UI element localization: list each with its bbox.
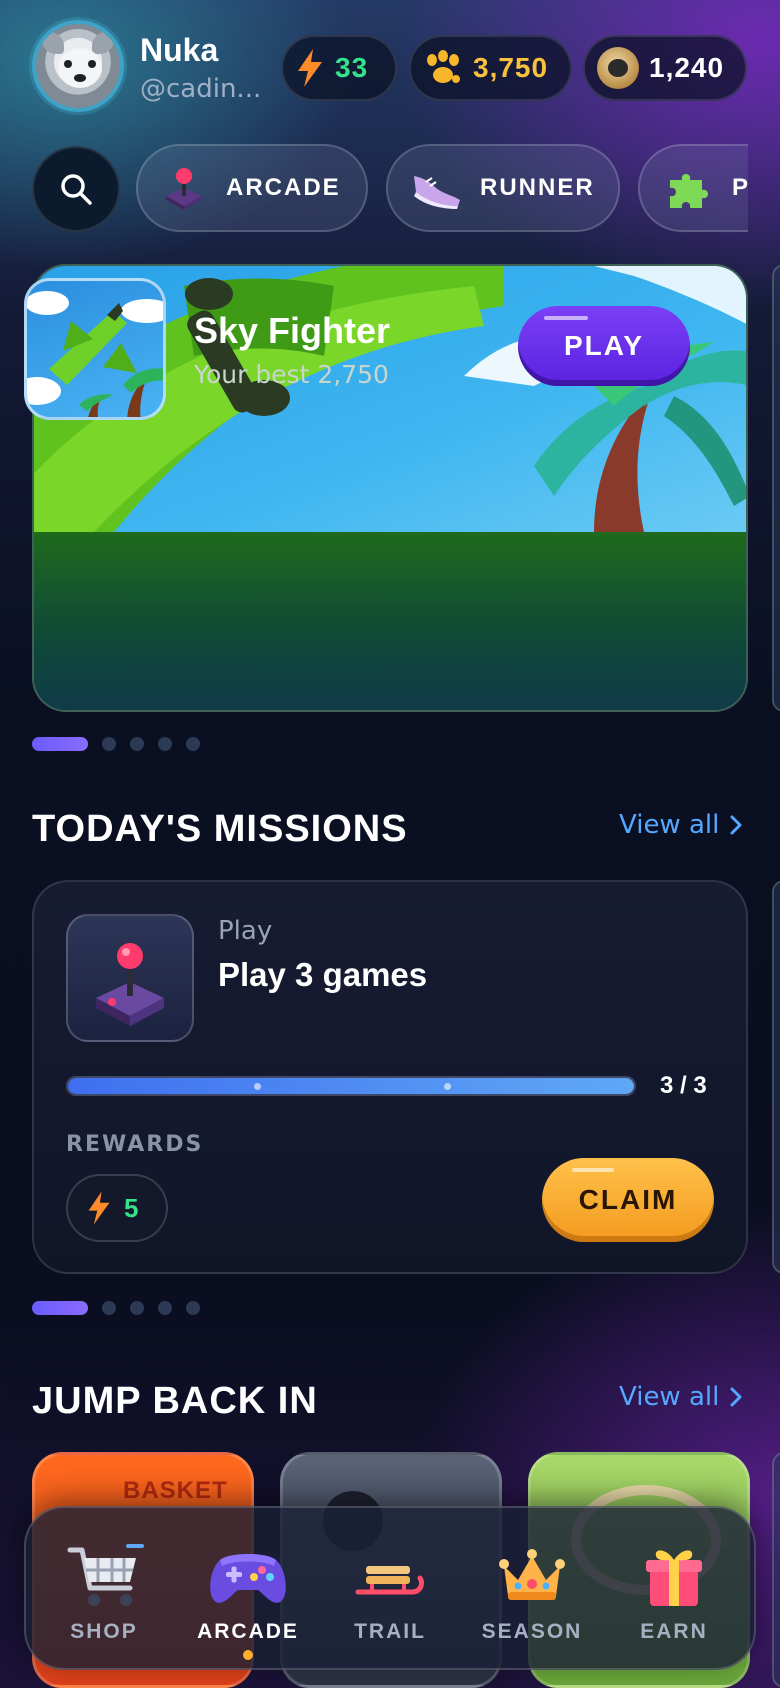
- view-all-label: View all: [619, 810, 720, 840]
- nav-item-arcade[interactable]: ARCADE: [178, 1540, 318, 1644]
- mission-category: Play: [218, 916, 273, 946]
- carousel-dot[interactable]: [32, 1301, 88, 1315]
- recent-game-label: BASKET: [123, 1477, 228, 1504]
- claim-button[interactable]: CLAIM: [542, 1158, 714, 1242]
- featured-carousel-dots[interactable]: [32, 737, 200, 751]
- claim-button-label: CLAIM: [578, 1184, 678, 1215]
- jump-back-view-all-link[interactable]: View all: [619, 1382, 743, 1412]
- mission-icon-frame: [66, 914, 194, 1042]
- next-card-peek: [772, 880, 780, 1274]
- mission-progress-fill: [68, 1078, 634, 1094]
- carousel-dot[interactable]: [186, 1301, 200, 1315]
- rewards-label: REWARDS: [66, 1132, 204, 1157]
- avatar-ear: [92, 32, 114, 54]
- nav-item-earn[interactable]: EARN: [604, 1540, 744, 1644]
- game-thumbnail: [24, 278, 166, 420]
- play-button[interactable]: PLAY: [518, 306, 690, 386]
- category-chip-puzzle[interactable]: PU: [638, 144, 748, 232]
- paws-balance[interactable]: 3,750: [409, 35, 572, 101]
- view-all-label: View all: [619, 1382, 720, 1412]
- puzzle-icon: [670, 174, 708, 208]
- carousel-dot[interactable]: [158, 737, 172, 751]
- missions-carousel-dots[interactable]: [32, 1301, 200, 1315]
- avatar-eye: [64, 60, 72, 68]
- lightning-icon: [88, 1191, 110, 1225]
- sneaker-icon: [414, 176, 460, 209]
- missions-title: TODAY'S MISSIONS: [32, 808, 408, 850]
- avatar-ear: [42, 32, 64, 54]
- nav-label: ARCADE: [197, 1620, 299, 1643]
- chevron-right-icon: [730, 815, 742, 835]
- play-button-label: PLAY: [563, 330, 645, 361]
- energy-balance[interactable]: 33: [281, 35, 397, 101]
- paw-icon: [427, 50, 460, 83]
- next-card-peek: [772, 1452, 780, 1688]
- avatar[interactable]: [32, 20, 124, 112]
- energy-value: 33: [335, 52, 369, 83]
- gift-icon: [632, 1540, 716, 1612]
- user-name: Nuka: [140, 32, 219, 68]
- nav-item-trail[interactable]: TRAIL: [320, 1540, 460, 1644]
- jump-back-title: JUMP BACK IN: [32, 1380, 318, 1422]
- token-value: 1,240: [649, 52, 725, 83]
- category-strip[interactable]: ARCADE RUNNER PU: [136, 144, 748, 236]
- gamepad-icon: [206, 1540, 290, 1612]
- nav-item-shop[interactable]: SHOP: [34, 1540, 174, 1644]
- carousel-dot[interactable]: [32, 737, 88, 751]
- search-button[interactable]: [32, 146, 120, 232]
- nav-label: TRAIL: [354, 1620, 426, 1643]
- nav-label: SEASON: [481, 1620, 583, 1643]
- button-shine: [544, 316, 588, 320]
- crown-icon: [490, 1540, 574, 1612]
- nav-label: SHOP: [70, 1620, 138, 1643]
- reward-chip: 5: [66, 1174, 168, 1242]
- chevron-right-icon: [730, 1387, 742, 1407]
- avatar-eye: [88, 60, 96, 68]
- carousel-dot[interactable]: [102, 1301, 116, 1315]
- category-chip-runner[interactable]: RUNNER: [386, 144, 620, 232]
- token-balance[interactable]: 1,240: [583, 35, 747, 101]
- mission-name: Play 3 games: [218, 956, 428, 993]
- raccoon-coin-icon: [597, 47, 639, 89]
- featured-game-footer: [34, 532, 746, 710]
- mission-progress-bar: [66, 1076, 636, 1096]
- search-icon: [61, 174, 92, 205]
- carousel-dot[interactable]: [186, 737, 200, 751]
- user-handle: @cadin...: [140, 74, 262, 104]
- reward-value: 5: [124, 1192, 139, 1223]
- progress-tick: [444, 1083, 451, 1090]
- category-label: RUNNER: [480, 174, 595, 201]
- nav-item-season[interactable]: SEASON: [462, 1540, 602, 1644]
- mission-progress-text: 3 / 3: [660, 1072, 707, 1099]
- paws-value: 3,750: [473, 52, 549, 83]
- missions-view-all-link[interactable]: View all: [619, 810, 743, 840]
- carousel-dot[interactable]: [102, 737, 116, 751]
- button-shine: [572, 1168, 614, 1172]
- category-label: PU: [732, 174, 748, 201]
- next-card-peek: [772, 264, 780, 712]
- featured-game-title: Sky Fighter: [194, 310, 391, 351]
- plane-icon: [27, 291, 163, 417]
- carousel-dot[interactable]: [158, 1301, 172, 1315]
- category-label: ARCADE: [226, 174, 341, 201]
- avatar-face: [58, 48, 102, 88]
- carousel-dot[interactable]: [130, 1301, 144, 1315]
- cart-icon: [62, 1540, 146, 1612]
- avatar-nose: [74, 74, 86, 82]
- progress-tick: [254, 1083, 261, 1090]
- nav-label: EARN: [640, 1620, 708, 1643]
- lightning-icon: [298, 49, 322, 87]
- category-chip-arcade[interactable]: ARCADE: [136, 144, 368, 232]
- sled-icon: [348, 1540, 432, 1612]
- carousel-dot[interactable]: [130, 737, 144, 751]
- joystick-icon: [166, 168, 202, 210]
- nav-active-indicator: [243, 1650, 253, 1660]
- joystick-icon: [96, 943, 164, 1026]
- featured-game-best-score: Your best 2,750: [194, 360, 389, 389]
